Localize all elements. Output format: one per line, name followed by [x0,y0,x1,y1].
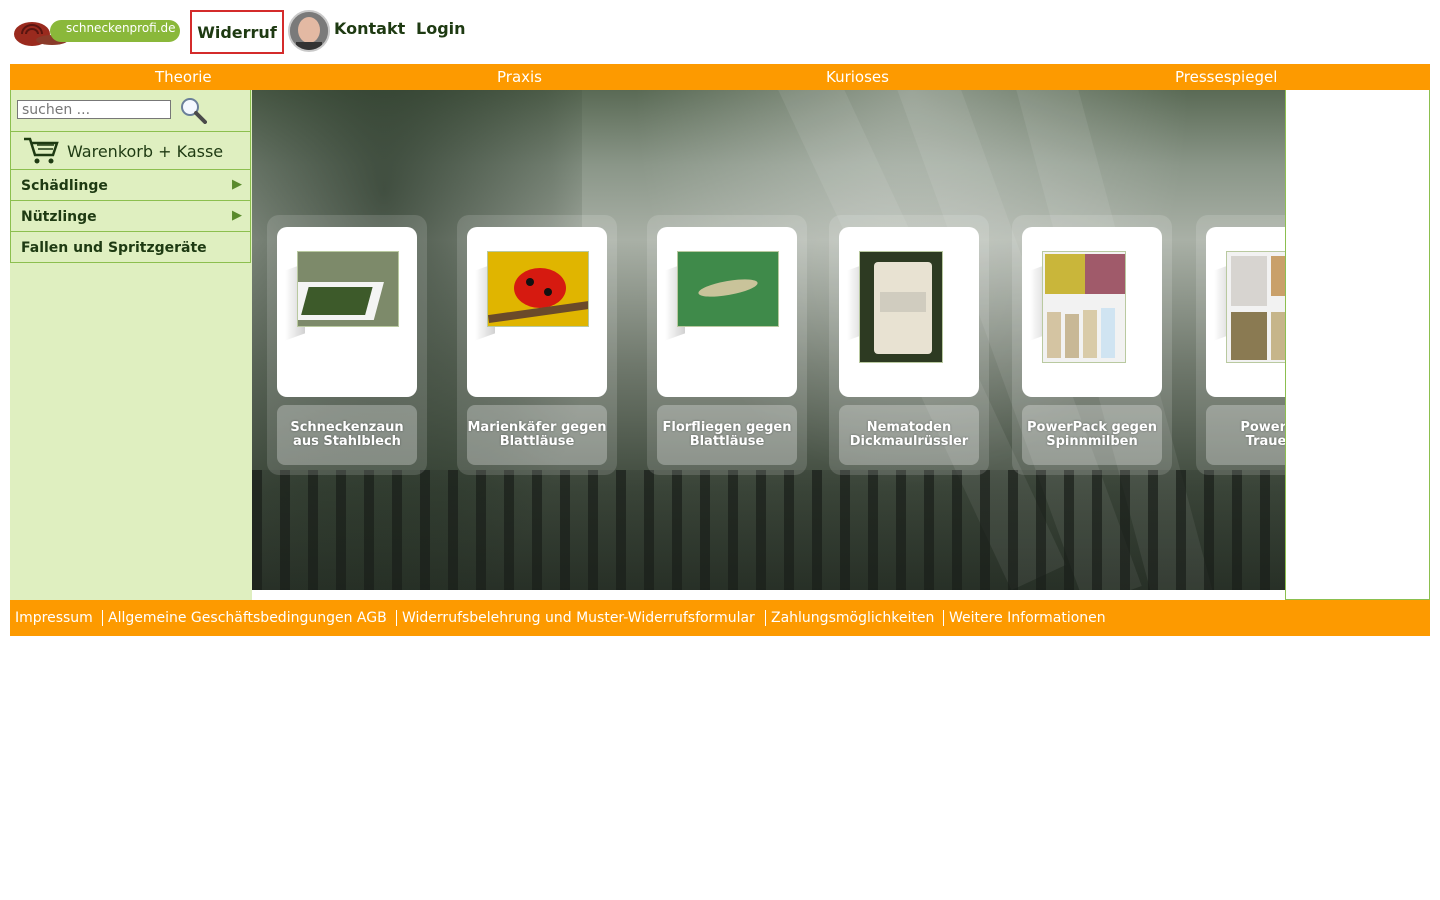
product-bundle-image-icon [1043,252,1125,362]
footer-link-weitere-informationen[interactable]: Weitere Informationen [949,610,1106,626]
arrow-right-icon: ▶ [232,177,242,192]
product-label-line1: Schneckenzaun [290,420,404,435]
product-image-powerpack-trauermuecken [1226,251,1285,363]
product-label[interactable]: Florfliegen gegen Blattläuse [657,405,797,465]
login-link[interactable]: Login [416,19,466,38]
contact-avatar[interactable] [288,10,330,52]
search-row [10,90,251,132]
footer-separator [396,610,397,626]
product-label[interactable]: PowerPac Trauerm [1206,405,1285,465]
ladybug-image-icon [488,252,588,326]
product-image-schneckenzaun [297,251,399,327]
arrow-right-icon: ▶ [232,208,242,223]
sidebar-item-schaedlinge[interactable]: Schädlinge ▶ [10,170,251,201]
sidebar-item-nuetzlinge[interactable]: Nützlinge ▶ [10,201,251,232]
hero-bottom-strip [252,590,1285,600]
product-card-marienkaefer[interactable] [467,227,607,397]
nav-item-praxis[interactable]: Praxis [497,68,542,86]
search-input[interactable] [17,100,171,119]
product-card-florfliegen[interactable] [657,227,797,397]
logo-text: schneckenprofi.de [66,21,176,35]
footer-separator [102,610,103,626]
product-label-line1: PowerPac [1240,420,1285,435]
sidebar-item-label: Fallen und Spritzgeräte [21,240,207,256]
cart-link[interactable]: Warenkorb + Kasse [10,132,251,170]
hero-banner: Schneckenzaun aus Stahlblech Marienkäfer… [252,90,1285,590]
product-label-line2: Spinnmilben [1046,434,1138,449]
packet-image-icon [860,252,942,362]
search-icon[interactable] [179,96,207,124]
nav-item-pressespiegel[interactable]: Pressespiegel [1175,68,1277,86]
product-label-line2: Trauerm [1245,434,1285,449]
footer-link-impressum[interactable]: Impressum [15,610,93,626]
right-panel [1285,90,1430,600]
product-label-line1: PowerPack gegen [1026,420,1158,435]
product-label-line2: Blattläuse [689,434,765,449]
widerruf-button[interactable]: Widerruf [190,10,284,54]
site-logo[interactable]: schneckenprofi.de [10,12,180,48]
product-bundle-image-icon [1227,252,1285,362]
product-image-powerpack-spinnmilben [1042,251,1126,363]
product-image-marienkaefer [487,251,589,327]
kontakt-link[interactable]: Kontakt [334,19,405,38]
product-label-line2: Dickmaulrüssler [849,434,969,449]
nav-item-theorie[interactable]: Theorie [155,68,212,86]
garden-bed-image-icon [298,252,398,326]
sidebar-item-label: Schädlinge [21,178,108,194]
product-label[interactable]: Schneckenzaun aus Stahlblech [277,405,417,465]
product-label-line2: aus Stahlblech [293,434,401,449]
footer-separator [943,610,944,626]
footer-link-widerrufsbelehrung[interactable]: Widerrufsbelehrung und Muster-Widerrufsf… [402,610,755,626]
product-label-line1: Nematoden [866,420,952,435]
hero-fence [252,470,1285,590]
product-card-powerpack-trauermuecken[interactable] [1206,227,1285,397]
person-photo-icon [290,12,328,50]
product-image-florfliegen [677,251,779,327]
cart-label: Warenkorb + Kasse [67,142,224,161]
product-label[interactable]: PowerPack gegen Spinnmilben [1022,405,1162,465]
sidebar-item-fallen[interactable]: Fallen und Spritzgeräte [10,232,251,263]
sidebar: Warenkorb + Kasse Schädlinge ▶ Nützlinge… [10,90,252,600]
product-label-line1: Marienkäfer gegen [467,420,607,435]
product-card-powerpack-spinnmilben[interactable] [1022,227,1162,397]
product-label[interactable]: Marienkäfer gegen Blattläuse [467,405,607,465]
site-header: schneckenprofi.de Widerruf Kontakt Login [0,0,1440,64]
larva-image-icon [678,252,778,326]
footer-link-zahlung[interactable]: Zahlungsmöglichkeiten [771,610,934,626]
product-image-nematoden [859,251,943,363]
main-navigation: Theorie Praxis Kurioses Pressespiegel [10,64,1430,90]
footer-separator [765,610,766,626]
sidebar-item-label: Nützlinge [21,209,97,225]
product-label[interactable]: Nematoden Dickmaulrüssler [839,405,979,465]
footer-link-agb[interactable]: Allgemeine Geschäftsbedingungen AGB [108,610,387,626]
nav-item-kurioses[interactable]: Kurioses [826,68,889,86]
footer: Impressum Allgemeine Geschäftsbedingunge… [10,600,1430,636]
product-card-nematoden[interactable] [839,227,979,397]
product-label-line2: Blattläuse [499,434,575,449]
shopping-cart-icon [24,137,59,164]
product-label-line1: Florfliegen gegen [662,420,792,435]
product-card-schneckenzaun[interactable] [277,227,417,397]
